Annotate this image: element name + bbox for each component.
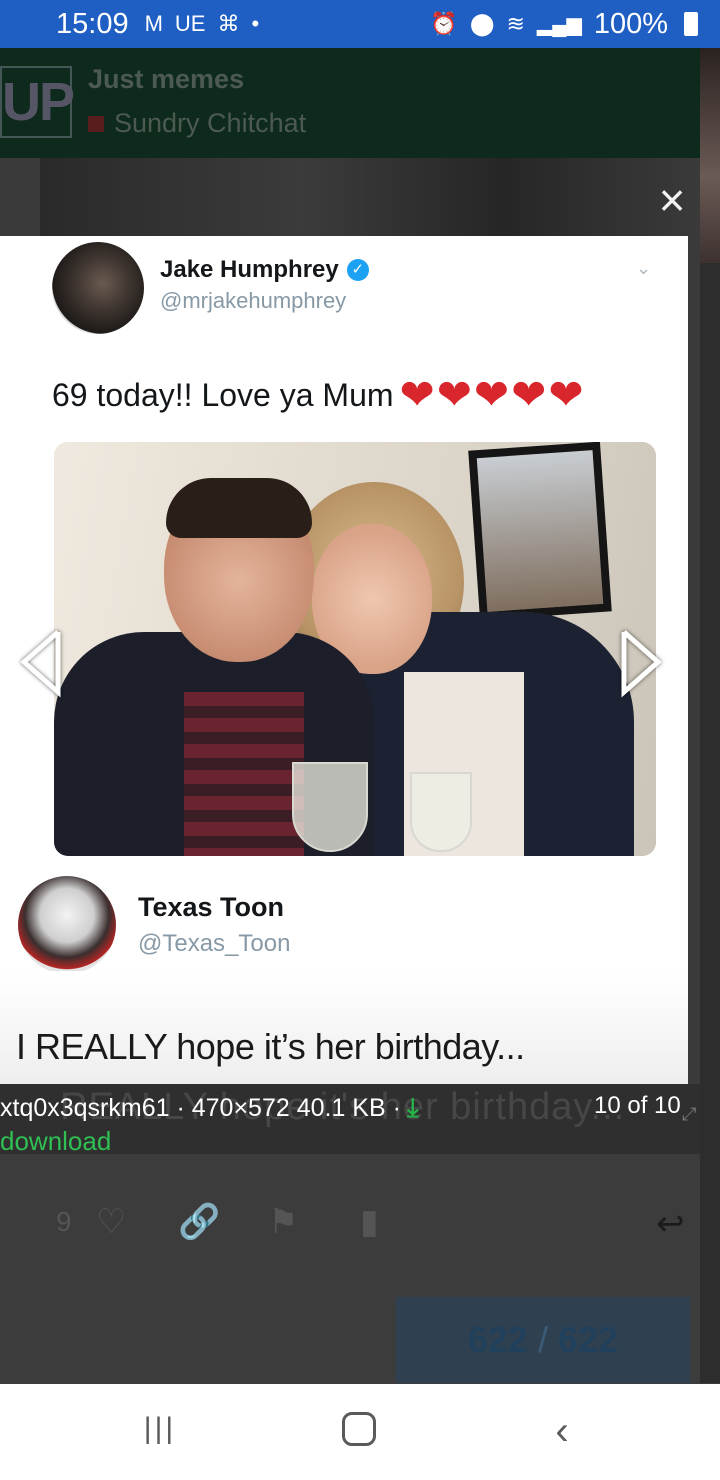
tweet1-handle: @mrjakehumphrey (160, 288, 347, 313)
home-icon (342, 1412, 376, 1446)
notification-icons: M UE ⌘ • (145, 11, 260, 37)
photo-wine-glass (292, 762, 368, 852)
tweet2-text: I REALLY hope it’s her birthday... (16, 1026, 525, 1067)
heart-icon: ❤ (548, 371, 584, 418)
home-button[interactable] (339, 1412, 379, 1452)
system-icons: ⏰ ⬤ ≋ ▂▄▆ 100% (430, 8, 698, 41)
progress-current: 622 (467, 1319, 528, 1360)
texas-toon-avatar (18, 876, 116, 974)
flag-icon[interactable]: ⚑ (268, 1202, 298, 1242)
post-actions: 9 ♡ 🔗 ⚑ ▮ ↩ 622 / 622 (0, 1154, 700, 1384)
tweet1-name: Jake Humphrey (160, 256, 339, 283)
signal-icon: ▂▄▆ (536, 13, 582, 36)
heart-icon: ❤ (473, 371, 510, 418)
gmail-icon: M (144, 11, 163, 36)
location-icon: ⬤ (469, 11, 495, 36)
download-icon[interactable]: ⤓ (407, 1092, 419, 1124)
wifi-icon: ≋ (506, 11, 525, 36)
status-time: 15:09 (56, 7, 129, 40)
photo-frame (468, 442, 612, 621)
topic-progress[interactable]: 622 / 622 (396, 1297, 690, 1383)
background-edge (700, 263, 720, 1383)
expand-icon[interactable]: ⤢ (682, 1104, 696, 1125)
close-icon[interactable]: × (650, 177, 694, 224)
ue-icon: UE (174, 11, 206, 36)
heart-icon: ❤ (511, 371, 547, 418)
tweet2-handle: @Texas_Toon (138, 930, 291, 957)
image-counter: 10 of 10 (594, 1092, 681, 1119)
recent-apps-button[interactable]: ||| (140, 1412, 180, 1452)
tweet2-name: Texas Toon (138, 892, 285, 922)
verified-icon: ✓ (346, 259, 369, 281)
progress-separator: / (537, 1319, 548, 1360)
tweet-photo (54, 442, 656, 856)
tweet1-text-row: 69 today!! Love ya Mum ❤ ❤ ❤ ❤ ❤ (52, 374, 584, 416)
photo-wine-glass (410, 772, 472, 852)
reply-icon[interactable]: ↩ (656, 1204, 685, 1244)
jake-avatar (52, 242, 144, 334)
photo-man-shirt (184, 692, 304, 856)
lightbox-image[interactable]: Jake Humphrey ✓ @mrjakehumphrey ⌄ 69 tod… (0, 236, 688, 1084)
bookmark-icon[interactable]: ▮ (360, 1202, 379, 1242)
arrow-right-icon[interactable] (612, 622, 672, 702)
background-image-edge (700, 48, 720, 263)
heart-icon[interactable]: ♡ (96, 1202, 126, 1242)
topic-category[interactable]: Sundry Chitchat (88, 108, 306, 139)
lightbox-caption: REALLY hope it's her birthday... xtq0x3q… (0, 1084, 700, 1157)
photo-man-hair (166, 478, 312, 538)
heart-icon: ❤ (399, 371, 435, 418)
arrow-left-icon[interactable] (14, 622, 74, 702)
alarm-icon: ⏰ (430, 11, 458, 36)
forum-logo[interactable]: UP (0, 66, 75, 138)
battery-icon (684, 12, 698, 36)
like-count: 9 (56, 1206, 72, 1237)
forum-header: UP Just memes Sundry Chitchat (0, 48, 700, 158)
hearts: ❤ ❤ ❤ ❤ ❤ (400, 374, 584, 416)
file-info-text: xtq0x3qsrkm61 · 470×572 40.1 KB · (0, 1093, 401, 1122)
heart-icon: ❤ (436, 371, 472, 418)
status-bar: 15:09 M UE ⌘ • ⏰ ⬤ ≋ ▂▄▆ 100% (0, 0, 720, 48)
download-link[interactable]: download (0, 1126, 111, 1157)
link-icon[interactable]: 🔗 (178, 1202, 220, 1242)
tweet1-author: Jake Humphrey ✓ (160, 256, 369, 284)
category-color-icon (88, 115, 104, 132)
tweet1-text: 69 today!! Love ya Mum (52, 376, 394, 413)
system-nav-bar: ||| ‹ (0, 1384, 720, 1480)
progress-total: 622 (558, 1319, 619, 1360)
dot-icon: • (251, 11, 260, 36)
back-button[interactable]: ‹ (542, 1411, 582, 1452)
screen: 15:09 M UE ⌘ • ⏰ ⬤ ≋ ▂▄▆ 100% UP Just me… (0, 0, 720, 1480)
category-label: Sundry Chitchat (114, 108, 307, 138)
app-icon: ⌘ (217, 11, 240, 36)
topic-title[interactable]: Just memes (88, 64, 244, 95)
battery-percent: 100% (593, 7, 668, 40)
background-post-image (40, 158, 700, 238)
chevron-down-icon: ⌄ (636, 258, 652, 278)
file-info: xtq0x3qsrkm61 · 470×572 40.1 KB · ⤓ (0, 1092, 418, 1124)
